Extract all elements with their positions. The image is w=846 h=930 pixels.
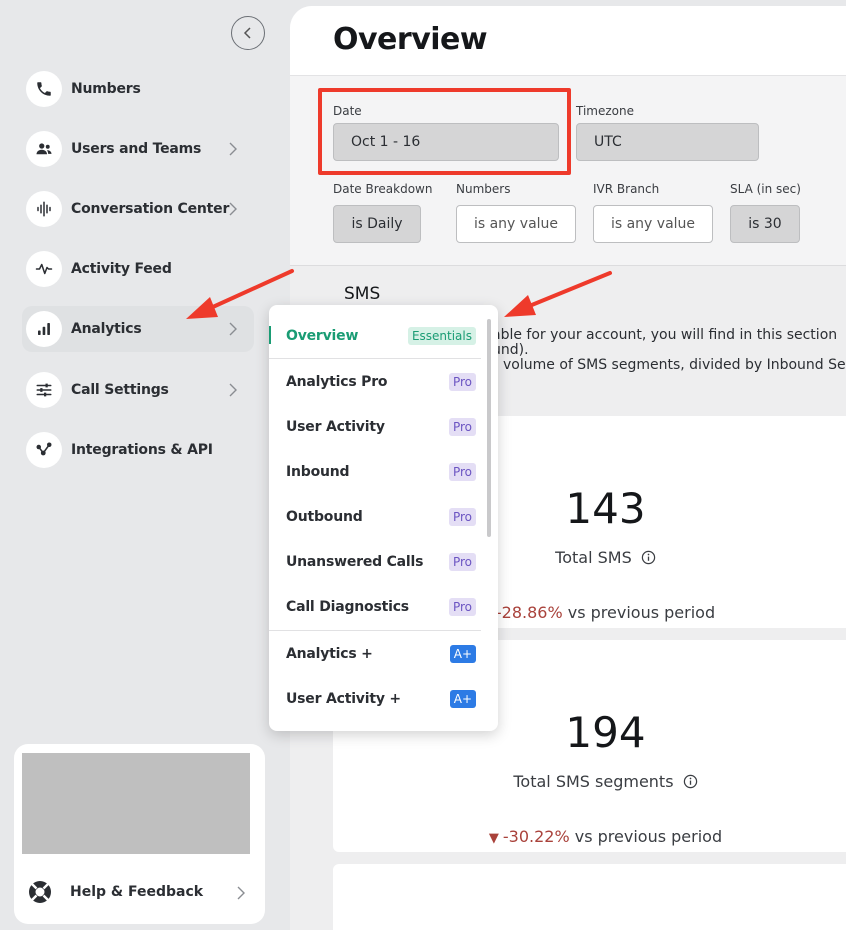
- numbers-filter-label: Numbers: [456, 182, 511, 196]
- submenu-item-label: Analytics Pro: [286, 373, 388, 390]
- pro-badge: Pro: [448, 597, 476, 616]
- sidebar-item-users-and-teams[interactable]: Users and Teams: [22, 126, 254, 172]
- sidebar-item-label: Conversation Center: [71, 201, 230, 217]
- chevron-right-icon: [229, 383, 237, 397]
- chevron-left-icon: [243, 27, 251, 39]
- page-header: Overview: [290, 6, 846, 76]
- submenu-item-label: Outbound: [286, 508, 363, 525]
- sidebar-item-label: Activity Feed: [71, 261, 172, 277]
- chevron-right-icon: [237, 886, 245, 900]
- submenu-item-label: User Activity: [286, 418, 385, 435]
- sliders-icon: [26, 372, 62, 408]
- sidebar-item-label: Integrations & API: [71, 442, 213, 458]
- sidebar-item-integrations-api[interactable]: Integrations & API: [22, 427, 254, 473]
- chevron-right-icon: [229, 202, 237, 216]
- sidebar-item-numbers[interactable]: Numbers: [22, 66, 254, 112]
- promo-card: Help & Feedback: [14, 744, 265, 924]
- annotation-arrow-left: [186, 269, 294, 319]
- active-indicator: [269, 326, 271, 344]
- info-icon[interactable]: [683, 774, 698, 789]
- phone-icon: [26, 71, 62, 107]
- sidebar-item-label: Call Settings: [71, 382, 169, 398]
- submenu-item-overview[interactable]: Overview Essentials: [269, 313, 498, 358]
- section-description-line: able for your account, you will find in …: [492, 327, 838, 343]
- collapse-sidebar-button[interactable]: [231, 16, 265, 50]
- ivr-branch-filter[interactable]: is any value: [593, 205, 713, 243]
- change-suffix: vs previous period: [567, 603, 716, 622]
- sla-label: SLA (in sec): [730, 182, 801, 196]
- section-description-line: volume of SMS segments, divided by Inbou…: [503, 357, 846, 373]
- submenu-item-outbound[interactable]: Outbound Pro: [269, 494, 498, 539]
- essentials-badge: Essentials: [407, 326, 476, 345]
- pro-badge: Pro: [448, 552, 476, 571]
- section-title: SMS: [344, 284, 381, 304]
- submenu-item-label: Call Diagnostics: [286, 598, 409, 615]
- help-feedback-label: Help & Feedback: [70, 884, 204, 900]
- pro-badge: Pro: [448, 372, 476, 391]
- aplus-badge: A+: [449, 644, 476, 663]
- submenu-item-analytics-plus[interactable]: Analytics + A+: [269, 631, 498, 676]
- submenu-item-analytics-pro[interactable]: Analytics Pro Pro: [269, 359, 498, 404]
- pro-badge: Pro: [448, 462, 476, 481]
- submenu-item-label: Overview: [286, 327, 359, 344]
- metric-label-text: Total SMS segments: [513, 772, 674, 791]
- sidebar-item-label: Analytics: [71, 321, 142, 337]
- submenu-item-user-activity-plus[interactable]: User Activity + A+: [269, 676, 498, 721]
- integration-icon: [26, 432, 62, 468]
- submenu-item-unanswered-calls[interactable]: Unanswered Calls Pro: [269, 539, 498, 584]
- highlight-box: [318, 88, 571, 175]
- sla-filter[interactable]: is 30: [730, 205, 800, 243]
- sidebar-item-call-settings[interactable]: Call Settings: [22, 367, 254, 413]
- down-triangle-icon: ▼: [488, 831, 499, 846]
- submenu-item-label: Unanswered Calls: [286, 553, 424, 570]
- change-suffix: vs previous period: [574, 827, 723, 846]
- pro-badge: Pro: [448, 417, 476, 436]
- change-percent: -28.86%: [495, 603, 563, 622]
- annotation-arrow-right: [504, 271, 612, 317]
- timezone-filter[interactable]: UTC: [576, 123, 759, 161]
- submenu-item-inbound[interactable]: Inbound Pro: [269, 449, 498, 494]
- info-icon[interactable]: [641, 550, 656, 565]
- users-icon: [26, 131, 62, 167]
- page-title: Overview: [333, 22, 488, 57]
- metric-card-placeholder: [333, 864, 846, 930]
- section-description-line: und).: [492, 342, 529, 358]
- pulse-icon: [26, 251, 62, 287]
- sidebar: Numbers Users and Teams Conversation Cen…: [0, 0, 290, 930]
- submenu-item-call-diagnostics[interactable]: Call Diagnostics Pro: [269, 584, 498, 629]
- lifebuoy-icon: [29, 881, 51, 903]
- submenu-item-label: User Activity +: [286, 690, 401, 707]
- timezone-filter-label: Timezone: [576, 104, 634, 118]
- filters-bar: Date Oct 1 - 16 Timezone UTC Date Breakd…: [290, 76, 846, 266]
- audio-wave-icon: [26, 191, 62, 227]
- promo-image-placeholder: [22, 753, 250, 854]
- change-percent: -30.22%: [502, 827, 570, 846]
- sidebar-item-conversation-center[interactable]: Conversation Center: [22, 186, 254, 232]
- metric-change: ▼ -30.22% vs previous period: [333, 827, 846, 846]
- help-feedback-button[interactable]: Help & Feedback: [26, 872, 254, 912]
- bar-chart-icon: [26, 311, 62, 347]
- numbers-filter[interactable]: is any value: [456, 205, 576, 243]
- sidebar-item-label: Numbers: [71, 81, 141, 97]
- metric-label-text: Total SMS: [555, 548, 632, 567]
- submenu-item-user-activity[interactable]: User Activity Pro: [269, 404, 498, 449]
- metric-label: Total SMS segments: [333, 772, 846, 791]
- pro-badge: Pro: [448, 507, 476, 526]
- date-breakdown-filter[interactable]: is Daily: [333, 205, 421, 243]
- submenu-item-label: Analytics +: [286, 645, 373, 662]
- submenu-item-label: Inbound: [286, 463, 350, 480]
- aplus-badge: A+: [449, 689, 476, 708]
- sidebar-item-label: Users and Teams: [71, 141, 202, 157]
- analytics-submenu: Overview Essentials Analytics Pro Pro Us…: [269, 305, 498, 731]
- chevron-right-icon: [229, 142, 237, 156]
- date-breakdown-label: Date Breakdown: [333, 182, 433, 196]
- ivr-branch-label: IVR Branch: [593, 182, 660, 196]
